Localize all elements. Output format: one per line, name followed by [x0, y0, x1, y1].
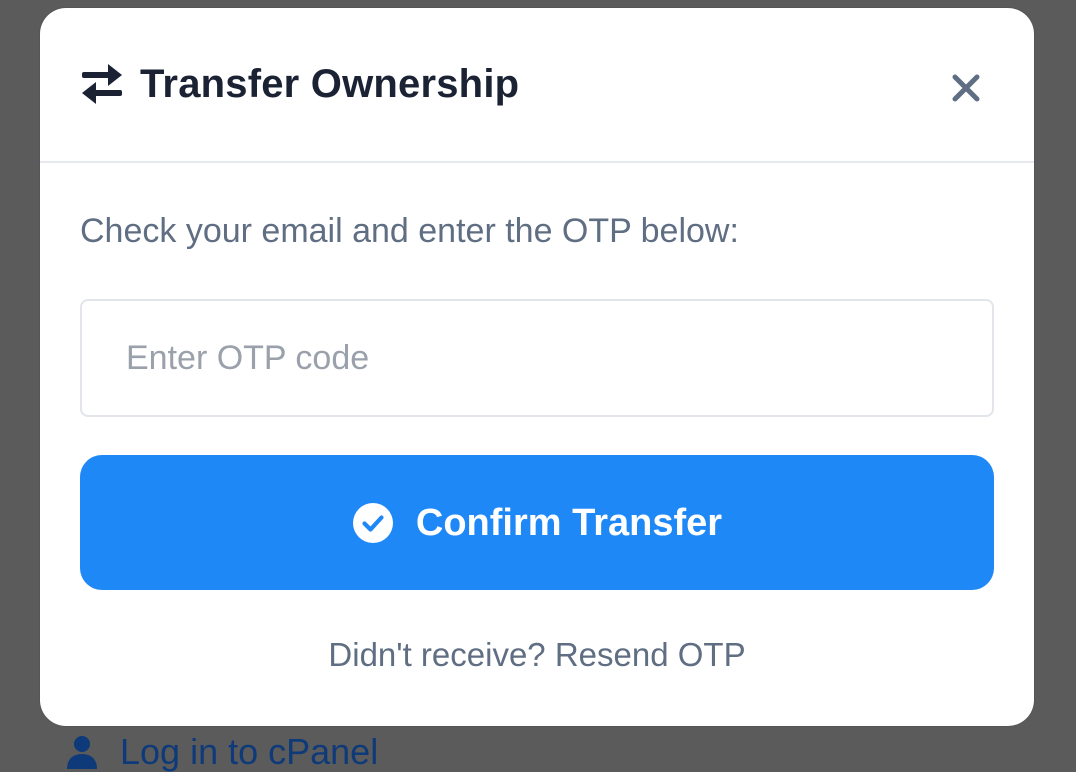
- confirm-transfer-button[interactable]: Confirm Transfer: [80, 455, 994, 590]
- login-cpanel-link[interactable]: Log in to cPanel: [66, 728, 378, 772]
- user-icon: [66, 735, 98, 769]
- resend-otp-row: Didn't receive? Resend OTP: [40, 634, 1034, 676]
- otp-input[interactable]: [80, 299, 994, 417]
- close-icon: [952, 74, 980, 102]
- transfer-arrows-icon: [80, 63, 124, 105]
- resend-otp-link[interactable]: Resend OTP: [555, 636, 746, 673]
- login-cpanel-label: Log in to cPanel: [120, 731, 379, 772]
- confirm-transfer-label: Confirm Transfer: [415, 501, 723, 544]
- close-button[interactable]: [946, 68, 986, 108]
- transfer-ownership-modal: Transfer Ownership Check your email and …: [40, 8, 1034, 726]
- modal-title: Transfer Ownership: [140, 62, 520, 106]
- otp-instruction: Check your email and enter the OTP below…: [80, 212, 739, 250]
- check-circle-icon: [352, 502, 394, 544]
- resend-prefix: Didn't receive?: [328, 636, 546, 673]
- modal-header: Transfer Ownership: [40, 8, 1034, 163]
